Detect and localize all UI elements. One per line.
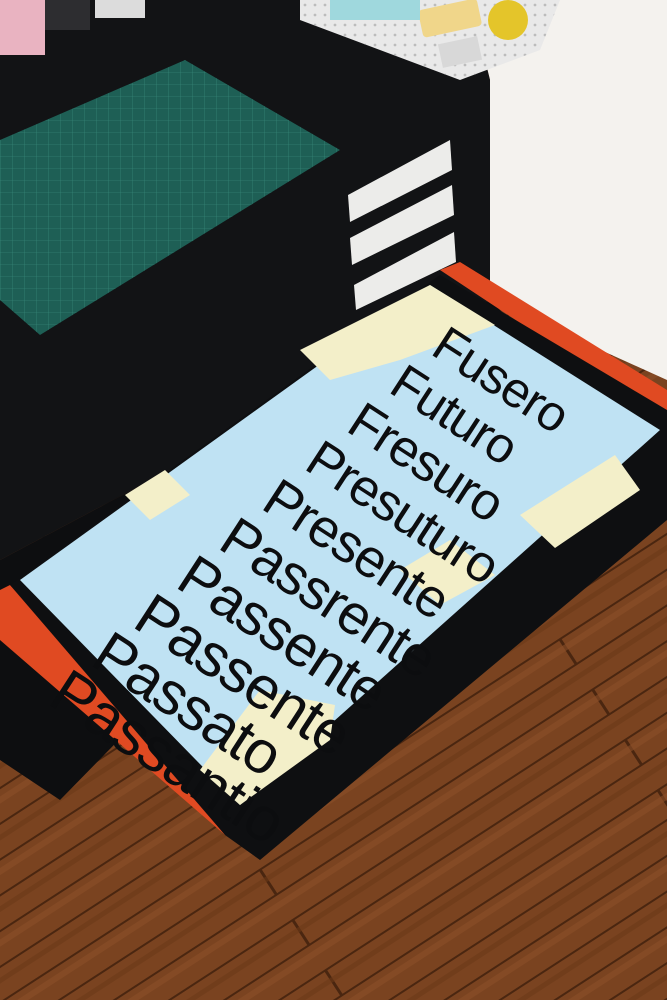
pink-holder [0, 0, 45, 55]
photo-scene [0, 0, 667, 1000]
yellow-glass [488, 0, 528, 40]
cyan-tray [330, 0, 420, 20]
